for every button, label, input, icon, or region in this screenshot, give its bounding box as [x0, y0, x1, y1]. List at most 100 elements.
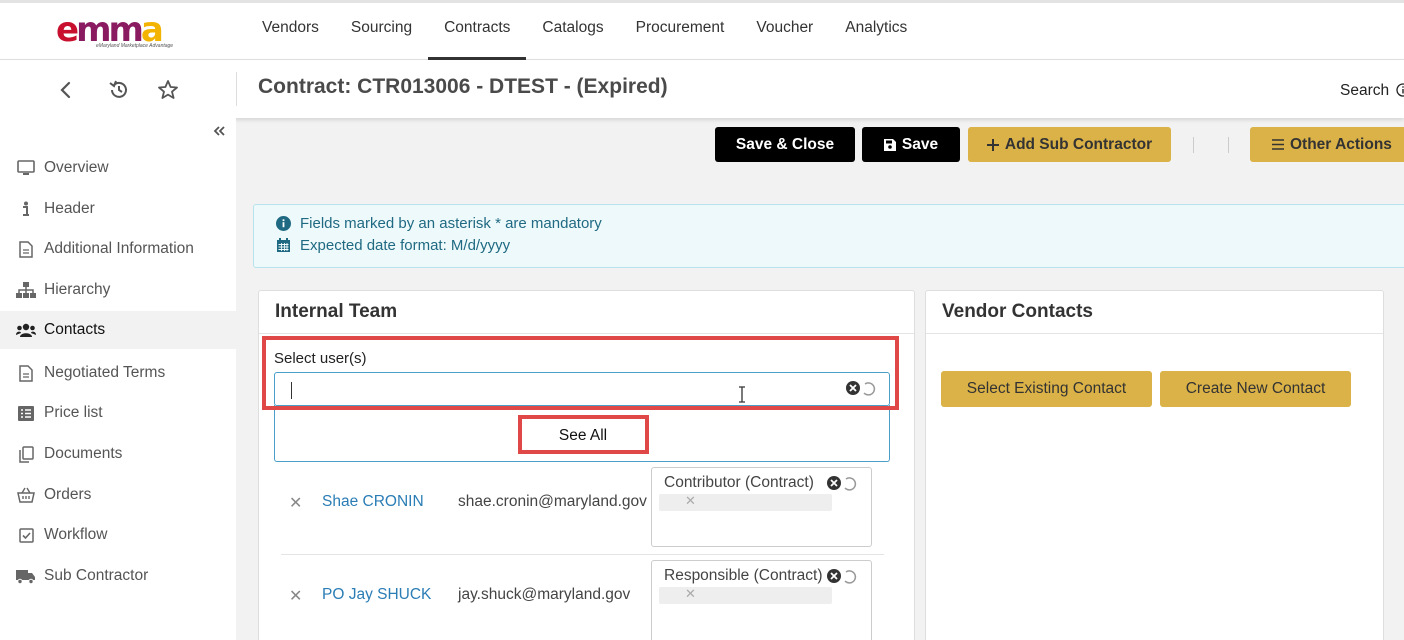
emma-logo[interactable]: emma eMaryland Marketplace Advantage: [56, 10, 180, 50]
clear-spinner-icon[interactable]: [826, 475, 858, 493]
remove-member-icon[interactable]: ✕: [289, 586, 302, 606]
member-email: jay.shuck@maryland.gov: [458, 586, 631, 603]
role-select[interactable]: Contributor (Contract) ✕: [651, 467, 872, 547]
panel-divider: [259, 333, 914, 334]
other-actions-button[interactable]: Other Actions: [1250, 127, 1404, 162]
sidebar-item-contacts[interactable]: Contacts: [0, 311, 236, 349]
sidebar-item-hierarchy[interactable]: Hierarchy: [0, 271, 236, 309]
plus-icon: [986, 138, 999, 151]
chip-remove-icon[interactable]: ✕: [685, 493, 696, 509]
internal-team-title: Internal Team: [275, 301, 398, 322]
create-new-contact-button[interactable]: Create New Contact: [1160, 371, 1351, 407]
sidebar-item-label: Overview: [44, 159, 109, 176]
vendor-contacts-title: Vendor Contacts: [942, 301, 1093, 322]
save-button[interactable]: Save: [862, 127, 960, 162]
nav-contracts[interactable]: Contracts: [428, 3, 527, 60]
nav-procurement[interactable]: Procurement: [620, 3, 741, 60]
search-label: Search: [1340, 82, 1390, 99]
sidebar-item-label: Hierarchy: [44, 281, 111, 298]
sidebar-item-sub-contractor[interactable]: Sub Contractor: [0, 557, 236, 595]
sidebar-item-negotiated-terms[interactable]: Negotiated Terms: [0, 354, 236, 392]
sidebar-item-label: Contacts: [44, 321, 106, 338]
sidebar-item-label: Documents: [44, 445, 123, 462]
toolbar-divider: [1228, 137, 1229, 153]
select-existing-contact-button[interactable]: Select Existing Contact: [941, 371, 1152, 407]
nav-voucher[interactable]: Voucher: [740, 3, 829, 60]
mandatory-note-text: Fields marked by an asterisk * are manda…: [300, 215, 602, 232]
list-icon: [16, 405, 36, 421]
nav-vendors[interactable]: Vendors: [246, 3, 335, 60]
hamburger-icon: [1272, 139, 1284, 150]
role-select[interactable]: Responsible (Contract) ✕: [651, 560, 872, 640]
sidebar-item-price-list[interactable]: Price list: [0, 394, 236, 432]
clear-spinner-icon[interactable]: [826, 568, 858, 586]
add-sub-contractor-button[interactable]: Add Sub Contractor: [968, 127, 1171, 162]
search-link[interactable]: Search: [1340, 82, 1404, 100]
check-square-icon: [16, 527, 36, 543]
date-format-note: Expected date format: M/d/yyyy: [276, 237, 510, 254]
top-nav-bar: emma eMaryland Marketplace Advantage Ven…: [0, 0, 1404, 60]
sidebar-item-label: Header: [44, 200, 95, 217]
floppy-disk-icon: [883, 138, 896, 151]
highlight-select-users: [262, 336, 899, 410]
page-title: Contract: CTR013006 - DTEST - (Expired): [258, 75, 668, 98]
document-icon: [16, 240, 36, 258]
sidebar-item-label: Negotiated Terms: [44, 364, 166, 381]
remove-member-icon[interactable]: ✕: [289, 493, 302, 513]
users-icon: [16, 323, 36, 338]
nav-analytics[interactable]: Analytics: [829, 3, 923, 60]
highlight-see-all: [518, 415, 649, 454]
sidebar-item-additional-information[interactable]: Additional Information: [0, 230, 236, 268]
panel-divider: [926, 333, 1383, 334]
save-button-label: Save: [901, 135, 939, 153]
date-format-note-text: Expected date format: M/d/yyyy: [300, 237, 511, 254]
sitemap-icon: [16, 282, 36, 298]
info-notice: Fields marked by an asterisk * are manda…: [253, 204, 1404, 268]
info-icon: [16, 201, 36, 217]
sidebar-item-label: Additional Information: [44, 240, 194, 257]
calendar-icon: [277, 238, 290, 252]
page-header-bar: Contract: CTR013006 - DTEST - (Expired) …: [0, 60, 1404, 118]
monitor-icon: [16, 160, 36, 176]
member-name[interactable]: PO Jay SHUCK: [322, 586, 431, 604]
toolbar-divider: [1193, 137, 1194, 153]
sidebar-item-documents[interactable]: Documents: [0, 435, 236, 473]
truck-icon: [16, 569, 36, 584]
sidebar-item-label: Price list: [44, 404, 103, 421]
basket-icon: [16, 487, 36, 503]
mandatory-note: Fields marked by an asterisk * are manda…: [276, 215, 602, 232]
star-icon[interactable]: [156, 78, 180, 102]
collapse-sidebar-icon[interactable]: [212, 124, 226, 142]
main-nav: Vendors Sourcing Contracts Catalogs Proc…: [246, 3, 923, 60]
vendor-contacts-panel: Vendor Contacts: [925, 290, 1384, 640]
sidebar-item-workflow[interactable]: Workflow: [0, 516, 236, 554]
copy-icon: [16, 445, 36, 463]
other-actions-label: Other Actions: [1290, 135, 1392, 153]
sidebar-item-overview[interactable]: Overview: [0, 149, 236, 187]
nav-sourcing[interactable]: Sourcing: [335, 3, 428, 60]
document-icon: [16, 364, 36, 382]
sidebar-item-label: Sub Contractor: [44, 567, 149, 584]
team-member-row: ✕ PO Jay SHUCK jay.shuck@maryland.gov Re…: [281, 556, 884, 640]
info-circle-icon: [276, 216, 291, 231]
history-icon[interactable]: [107, 78, 131, 102]
member-email: shae.cronin@maryland.gov: [458, 493, 647, 510]
chip-remove-icon[interactable]: ✕: [685, 586, 696, 602]
member-name[interactable]: Shae CRONIN: [322, 493, 424, 511]
logo-tagline: eMaryland Marketplace Advantage: [96, 43, 174, 49]
role-value: Responsible (Contract): [664, 567, 823, 584]
team-member-row: ✕ Shae CRONIN shae.cronin@maryland.gov C…: [281, 463, 884, 555]
back-chevron-icon[interactable]: [54, 78, 78, 102]
logo-wordmark: emma: [56, 10, 164, 50]
sidebar-item-label: Orders: [44, 486, 92, 503]
role-chip: ✕: [659, 493, 832, 511]
sidebar-item-orders[interactable]: Orders: [0, 476, 236, 514]
sidebar-item-label: Workflow: [44, 526, 108, 543]
role-value: Contributor (Contract): [664, 474, 814, 491]
info-circle-icon: [1396, 83, 1404, 97]
save-close-button[interactable]: Save & Close: [715, 127, 855, 162]
role-chip: ✕: [659, 586, 832, 604]
sidebar-item-header[interactable]: Header: [0, 190, 236, 228]
sidebar: Overview Header Additional Information H…: [0, 118, 236, 640]
nav-catalogs[interactable]: Catalogs: [526, 3, 619, 60]
